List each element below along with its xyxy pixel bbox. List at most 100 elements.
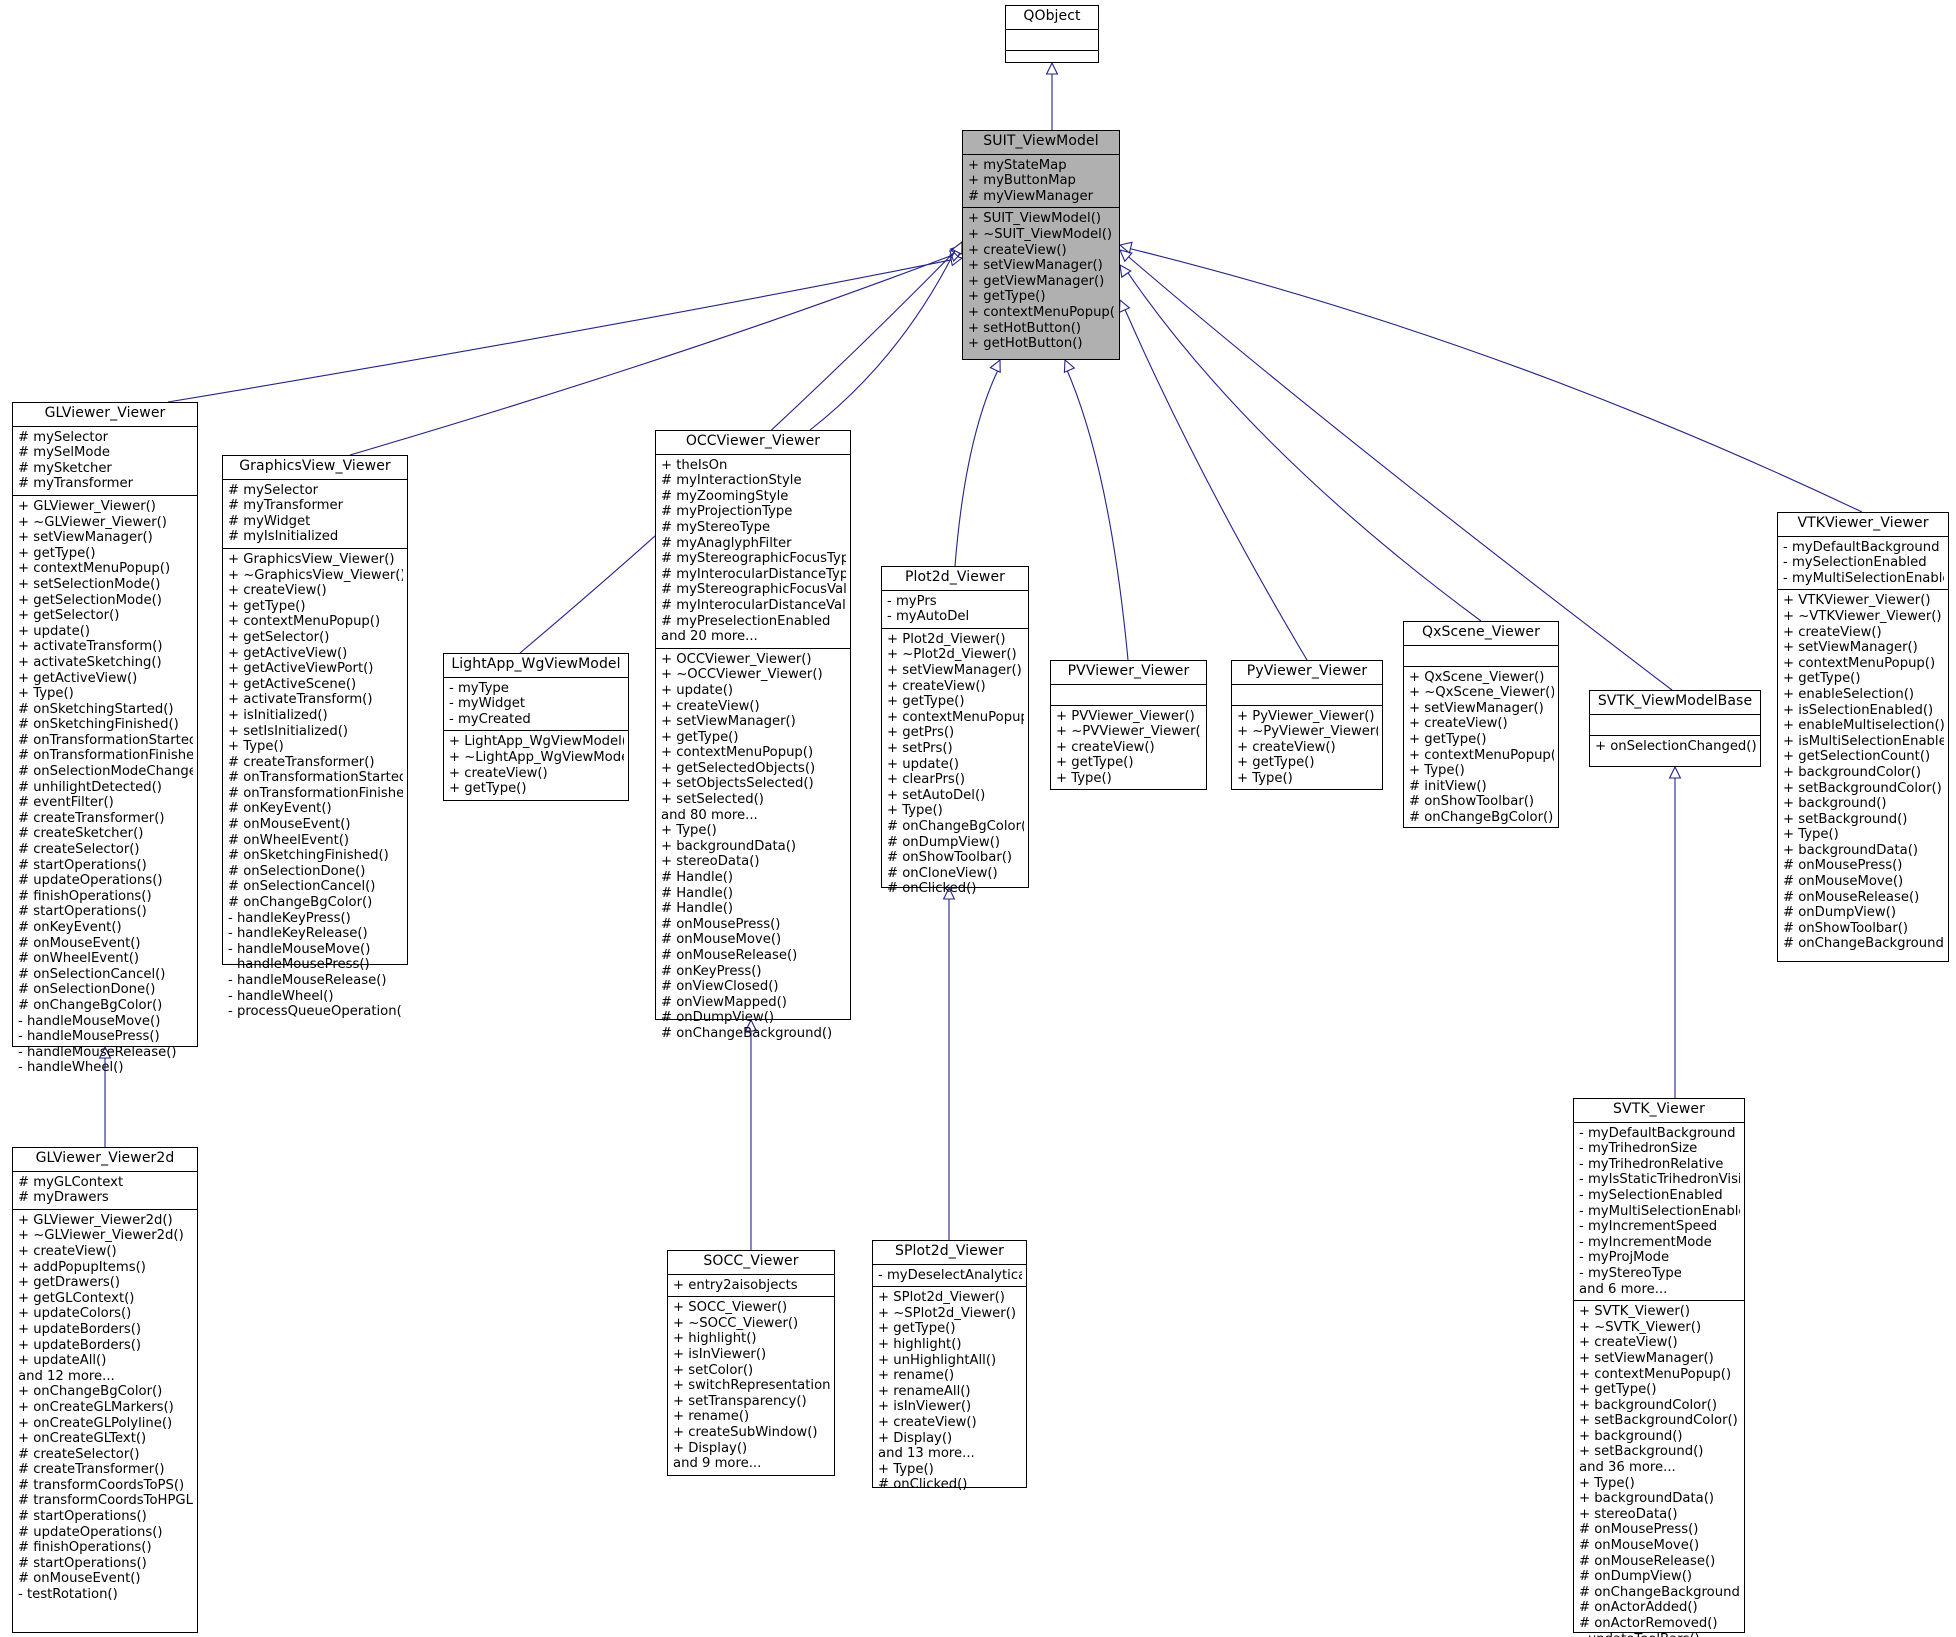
operation-row: + setViewManager() [1579, 1350, 1714, 1366]
class-box-qxscene_viewer[interactable]: QxScene_Viewer + QxScene_Viewer() + ~QxSce… [1403, 621, 1559, 828]
operation-row: # onMouseRelease() [1783, 889, 1920, 905]
operation-row: # startOperations() [18, 904, 147, 920]
arrowhead-plot2d_viewer [989, 358, 1001, 374]
class-box-plot2d_viewer[interactable]: Plot2d_Viewer - myPrs - myAutoDel + Plot2d_… [881, 566, 1029, 896]
operation-row: + createSubWindow() [673, 1424, 818, 1440]
operation-row: + getType() [887, 694, 965, 710]
operation-row: + highlight() [673, 1331, 757, 1347]
operation-row: + getType() [661, 729, 739, 745]
operation-row: # onChangeBackground() [661, 1025, 833, 1041]
operation-row: + isInitialized() [228, 707, 328, 723]
edge-plot2d_viewer-to-suit_viewmodel [954, 370, 999, 567]
attribute-row: - myTrihedronSize [1579, 1141, 1698, 1157]
operation-row: + getDrawers() [18, 1275, 121, 1291]
operation-row: + updateBorders() [18, 1321, 142, 1337]
operation-row: + createView() [228, 583, 327, 599]
operation-row: + PyViewer_Viewer() [1237, 708, 1375, 724]
class-attributes: - myType - myWidget - myCreated [444, 676, 628, 731]
class-box-svtk_viewer[interactable]: SVTK_Viewer - myDefaultBackground - myTrih… [1573, 1098, 1745, 1637]
class-box-glviewer_viewer[interactable]: GLViewer_Viewer # mySelector # mySelMode # … [12, 402, 198, 1075]
class-box-lightapp_wgviewmodel[interactable]: LightApp_WgViewModel - myType - myWidget - … [443, 653, 629, 801]
operation-row: + ~OCCViewer_Viewer() [661, 667, 823, 683]
attribute-row: - myDefaultBackground [1579, 1125, 1736, 1141]
operation-row: + ~SVTK_Viewer() [1579, 1319, 1702, 1335]
class-box-socc_viewer[interactable]: SOCC_Viewer + entry2aisobjects + SOCC_View… [667, 1250, 835, 1476]
class-box-splot2d_viewer[interactable]: SPlot2d_Viewer - myDeselectAnalytical + SP… [872, 1240, 1027, 1492]
class-attributes: - myDefaultBackground - mySelectionEnable… [1778, 535, 1948, 590]
operation-row: + setBackgroundColor() [1579, 1413, 1738, 1429]
operation-row: # onMouseEvent() [18, 935, 141, 951]
operation-row: + SUIT_ViewModel() [968, 211, 1101, 227]
operation-row: + setTransparency() [673, 1393, 807, 1409]
operation-row: # initView() [1409, 778, 1487, 794]
operation-row: + SOCC_Viewer() [673, 1300, 788, 1316]
class-operations: + SUIT_ViewModel() + ~SUIT_ViewModel() + c… [963, 207, 1119, 354]
operation-row: + getGLContext() [18, 1290, 135, 1306]
operation-row: + activateSketching() [18, 654, 162, 670]
class-operations: + SPlot2d_Viewer() + ~SPlot2d_Viewer() + g… [873, 1286, 1026, 1496]
operation-row: + Type() [1056, 770, 1112, 786]
operation-row: # onShowToolbar() [1783, 920, 1909, 936]
class-box-vtkviewer_viewer[interactable]: VTKViewer_Viewer - myDefaultBackground - m… [1777, 512, 1949, 962]
attribute-row: # myWidget [228, 513, 311, 529]
attribute-row: # myStereographicFocusValue [661, 582, 846, 598]
class-box-occviewer_viewer[interactable]: OCCViewer_Viewer + theIsOn # myInteraction… [655, 430, 851, 1041]
class-box-qobject[interactable]: QObject [1005, 5, 1099, 63]
operation-row: + createView() [1783, 624, 1882, 640]
attribute-row: - myStereoType [1579, 1265, 1682, 1281]
operation-row: # onMouseMove() [661, 932, 782, 948]
class-operations: + GLViewer_Viewer2d() + ~GLViewer_Viewer2… [13, 1208, 197, 1606]
class-box-suit_viewmodel[interactable]: SUIT_ViewModel + myStateMap + myButtonMap #… [962, 130, 1120, 360]
class-box-glviewer_viewer2d[interactable]: GLViewer_Viewer2d # myGLContext # myDrawer… [12, 1147, 198, 1633]
operation-row: + renameAll() [878, 1383, 971, 1399]
class-box-graphicsview_viewer[interactable]: GraphicsView_Viewer # mySelector # myTrans… [222, 455, 408, 1019]
operation-row: # onSketchingStarted() [18, 701, 174, 717]
attribute-row: + theIsOn [661, 457, 728, 473]
operation-row: - handleMousePress() [18, 1029, 160, 1045]
operation-row: + getType() [1409, 731, 1487, 747]
operation-row: + ~VTKViewer_Viewer() [1783, 608, 1942, 624]
operation-row: + unHighlightAll() [878, 1352, 997, 1368]
operation-row: + GLViewer_Viewer2d() [18, 1212, 173, 1228]
class-operations: + PyViewer_Viewer() + ~PyViewer_Viewer() +… [1232, 704, 1382, 790]
operation-row: + getViewManager() [968, 273, 1105, 289]
operation-row: + setAutoDel() [887, 787, 986, 803]
attribute-row: - myCreated [449, 711, 531, 727]
attribute-row: - myPrs [887, 593, 937, 609]
class-attributes [1404, 644, 1558, 666]
operation-row: + setPrs() [887, 740, 953, 756]
arrowhead-lightapp_wgviewmodel [949, 244, 963, 258]
operation-row: + addPopupItems() [18, 1259, 146, 1275]
class-operations: + SOCC_Viewer() + ~SOCC_Viewer() + highlig… [668, 1296, 834, 1475]
operation-row: + onCreateGLMarkers() [18, 1399, 174, 1415]
operation-row: # onSelectionDone() [18, 982, 156, 998]
class-operations: + GLViewer_Viewer() + ~GLViewer_Viewer() +… [13, 494, 197, 1079]
class-attributes: # mySelector # myTransformer # myWidget # m… [223, 478, 407, 548]
operation-row: + setBackground() [1783, 811, 1908, 827]
operation-row: + setViewManager() [18, 530, 153, 546]
class-operations: + onSelectionChanged() [1590, 734, 1760, 758]
class-box-pyviewer_viewer[interactable]: PyViewer_Viewer + PyViewer_Viewer() + ~PyV… [1231, 660, 1383, 790]
class-name: PyViewer_Viewer [1246, 663, 1368, 679]
operation-row: # onMouseRelease() [661, 948, 798, 963]
class-box-svtk_viewmodelbase[interactable]: SVTK_ViewModelBase + onSelectionChanged() [1589, 690, 1761, 767]
operation-row: + background() [1579, 1428, 1683, 1444]
operation-row: # transformCoordsToHPGL() [18, 1493, 193, 1509]
class-box-pvviewer_viewer[interactable]: PVViewer_Viewer + PVViewer_Viewer() + ~PVV… [1050, 660, 1207, 790]
operation-row: # onChangeBgColor() [1409, 809, 1554, 825]
operation-row: + isSelectionEnabled() [1783, 702, 1934, 718]
operation-row: + PVViewer_Viewer() [1056, 708, 1195, 724]
operation-row: - handleWheel() [228, 988, 334, 1004]
class-operations: + PVViewer_Viewer() + ~PVViewer_Viewer() +… [1051, 704, 1206, 790]
class-operations: + Plot2d_Viewer() + ~Plot2d_Viewer() + set… [882, 627, 1028, 900]
operation-row: + LightApp_WgViewModel() [449, 734, 624, 750]
operation-row: # onMouseMove() [1579, 1538, 1700, 1554]
operation-row: + backgroundData() [661, 838, 797, 854]
edge-glviewer_viewer-to-suit_viewmodel [167, 259, 952, 403]
operation-row: # onKeyPress() [661, 963, 762, 979]
class-diagram-canvas: QObject SUIT_ViewModel + myStateMap + myBut… [0, 0, 1956, 1637]
operation-row: + SVTK_Viewer() [1579, 1304, 1691, 1320]
operation-row: + createView() [18, 1243, 117, 1259]
operation-row: # Handle() [661, 901, 734, 917]
class-attributes: # myGLContext # myDrawers [13, 1170, 197, 1209]
